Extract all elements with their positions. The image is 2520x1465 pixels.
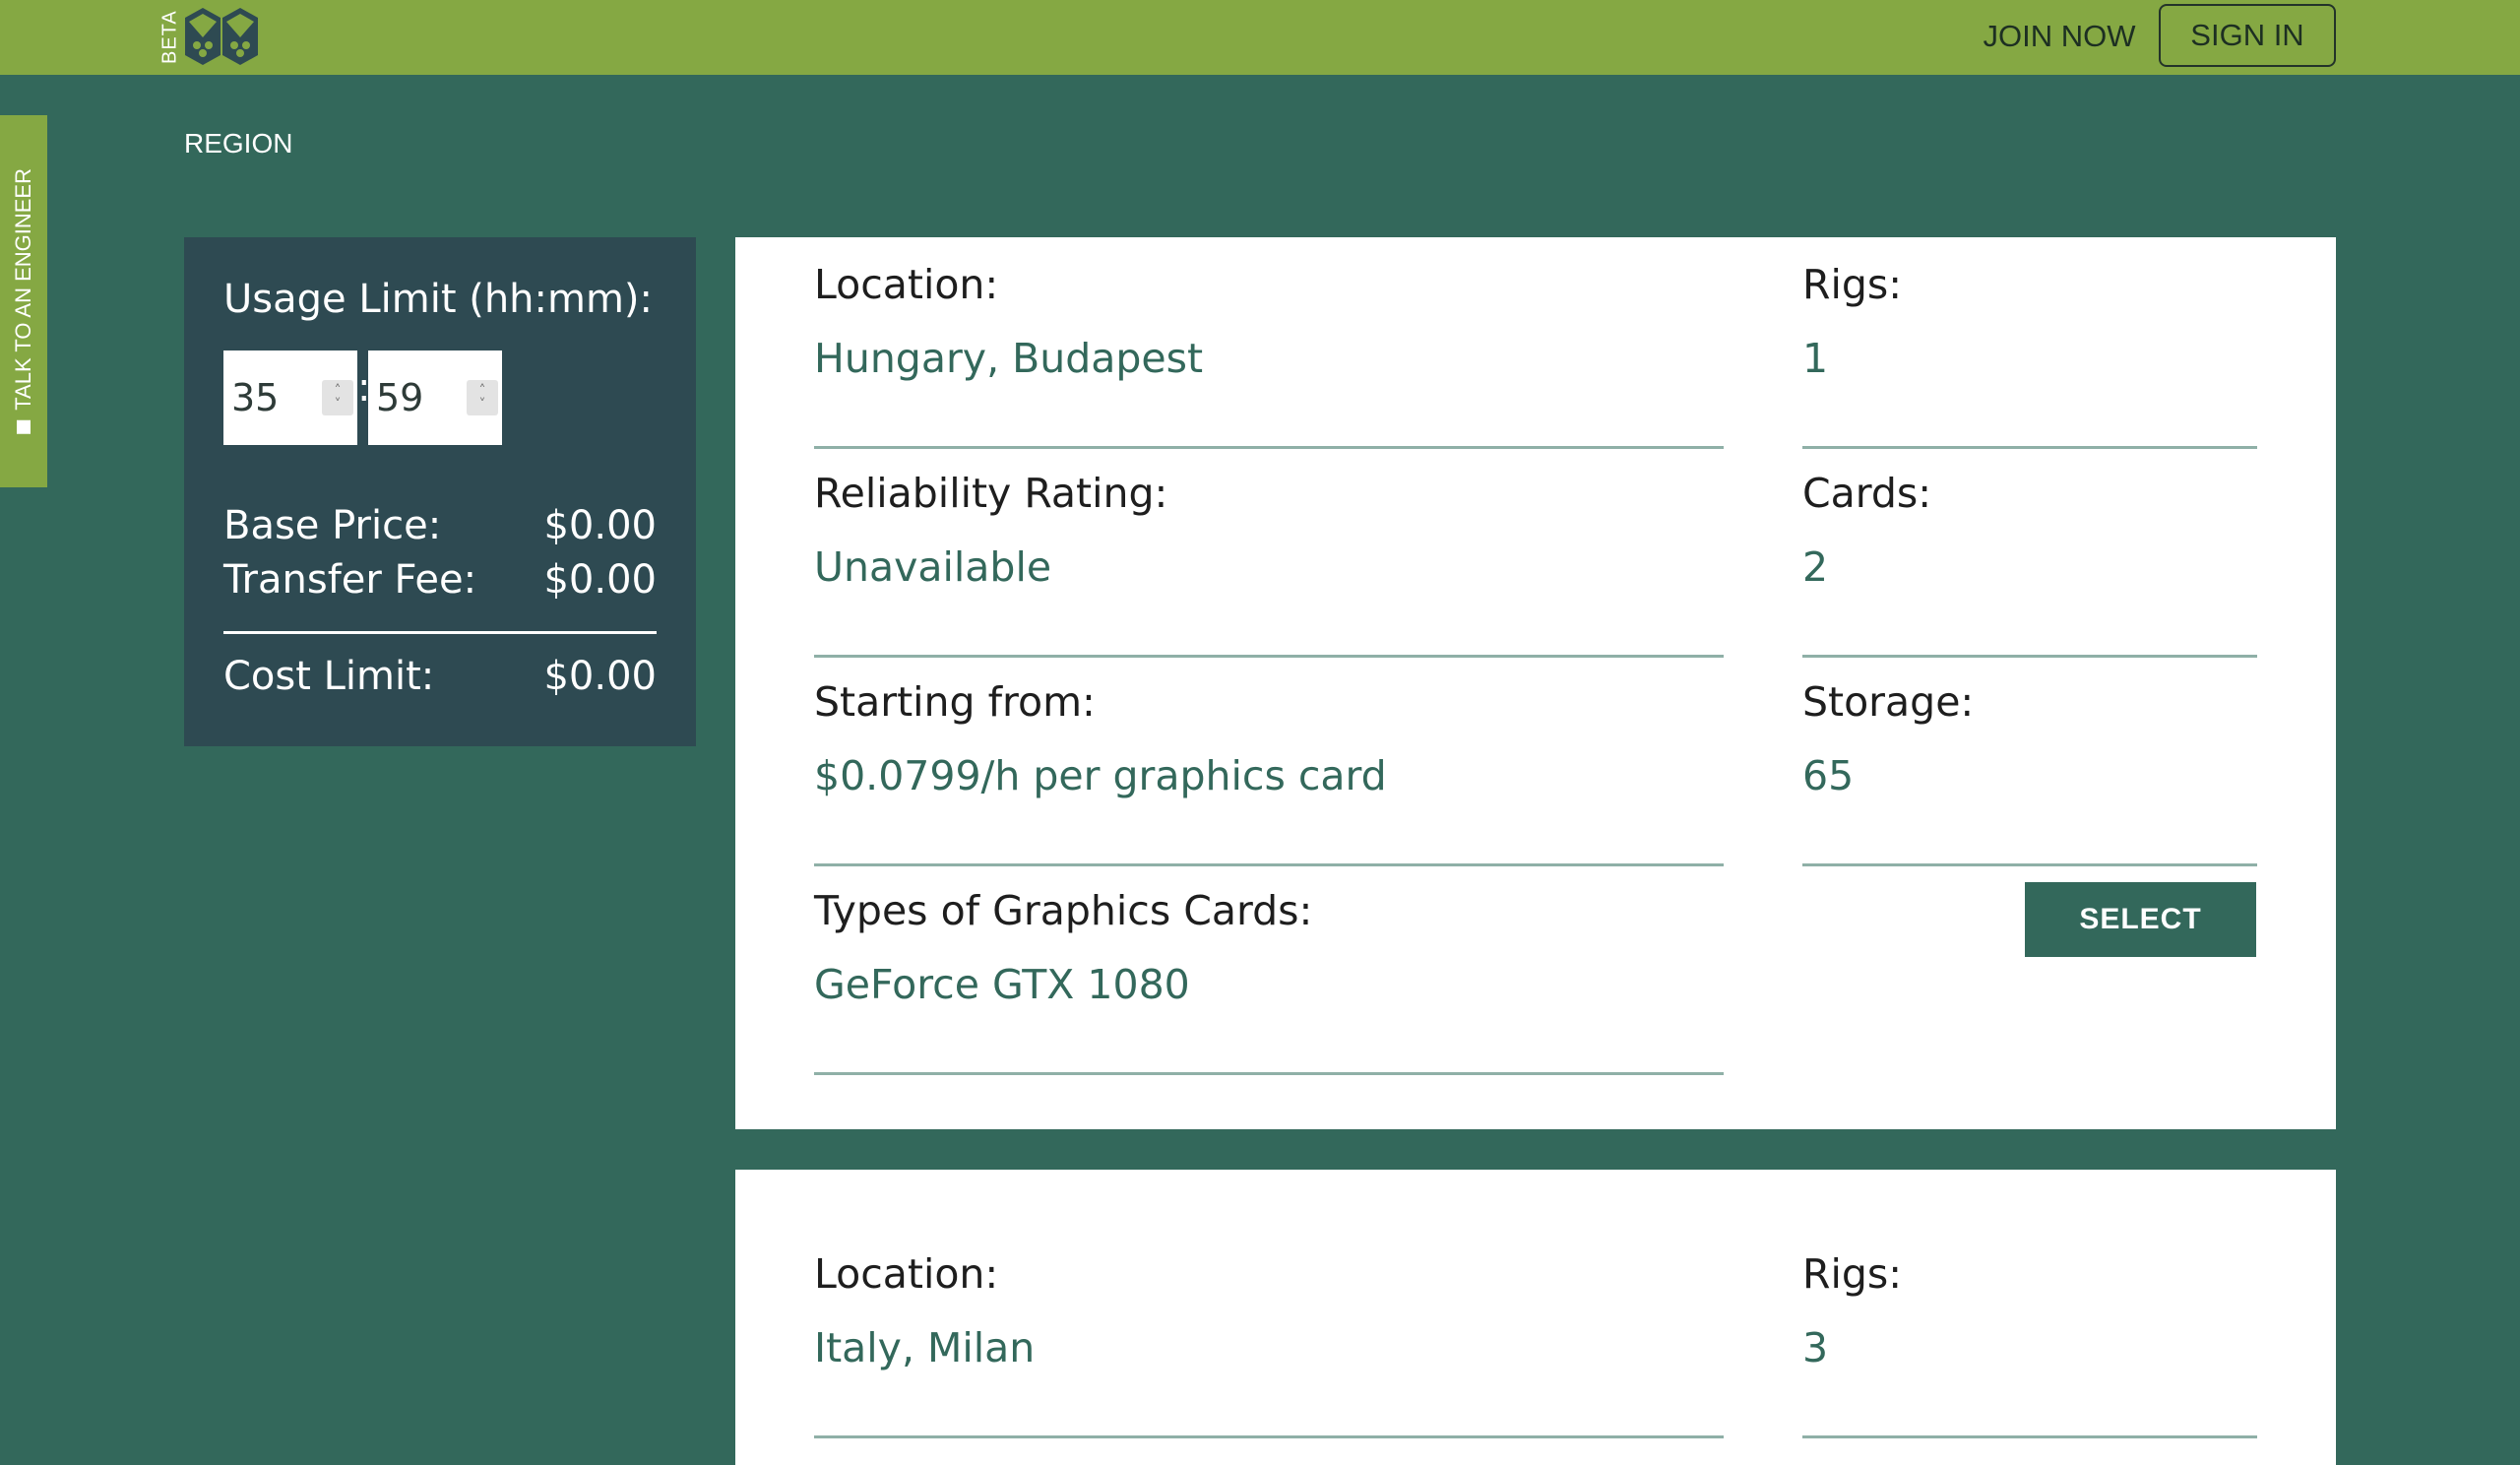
field-divider [814, 863, 1724, 866]
cost-limit-value: $0.00 [543, 654, 657, 699]
logo-icon[interactable] [183, 4, 262, 69]
base-price-row: Base Price: $0.00 [223, 503, 657, 548]
storage-value: 65 [1802, 752, 1855, 799]
reliability-value: Unavailable [814, 543, 1052, 591]
sign-in-button[interactable]: SIGN IN [2159, 4, 2336, 67]
offer-card: Location: Italy, Milan Rigs: 3 [735, 1170, 2336, 1465]
location-value: Italy, Milan [814, 1324, 1036, 1371]
talk-to-engineer-label: TALK TO AN ENGINEER [11, 168, 35, 411]
field-divider [1802, 1435, 2257, 1438]
time-separator: : [357, 365, 371, 411]
field-divider [814, 655, 1724, 658]
hours-stepper[interactable]: 35 ˄ ˅ [223, 350, 357, 445]
cards-label: Cards: [1802, 470, 1932, 517]
hours-value[interactable]: 35 [223, 376, 312, 419]
top-bar: BETA JOIN NOW SIGN IN [0, 0, 2520, 75]
price-divider [223, 631, 657, 634]
talk-to-engineer-tab[interactable]: TALK TO AN ENGINEER [0, 115, 47, 487]
graphics-card-types-value: GeForce GTX 1080 [814, 961, 1190, 1008]
minutes-stepper[interactable]: 59 ˄ ˅ [368, 350, 502, 445]
field-divider [814, 1435, 1724, 1438]
chevron-up-icon[interactable]: ˄ [479, 384, 486, 398]
reliability-label: Reliability Rating: [814, 470, 1168, 517]
rigs-label: Rigs: [1802, 1250, 1903, 1298]
chevron-down-icon[interactable]: ˅ [335, 398, 342, 412]
select-button[interactable]: SELECT [2025, 882, 2256, 957]
starting-price-value: $0.0799/h per graphics card [814, 752, 1387, 799]
minutes-value[interactable]: 59 [368, 376, 457, 419]
region-heading: REGION [184, 128, 293, 159]
field-divider [1802, 863, 2257, 866]
beta-badge: BETA [158, 10, 181, 65]
rigs-value: 1 [1802, 335, 1829, 382]
location-label: Location: [814, 1250, 999, 1298]
cost-limit-row: Cost Limit: $0.00 [223, 654, 657, 699]
offer-card: Location: Hungary, Budapest Rigs: 1 Reli… [735, 237, 2336, 1129]
chevron-up-icon[interactable]: ˄ [335, 384, 342, 398]
field-divider [814, 1072, 1724, 1075]
cards-value: 2 [1802, 543, 1829, 591]
base-price-value: $0.00 [543, 503, 657, 548]
chevron-down-icon[interactable]: ˅ [479, 398, 486, 412]
rigs-value: 3 [1802, 1324, 1829, 1371]
usage-limit-title: Usage Limit (hh:mm): [223, 277, 654, 322]
transfer-fee-value: $0.00 [543, 557, 657, 603]
base-price-label: Base Price: [223, 503, 442, 548]
location-value: Hungary, Budapest [814, 335, 1204, 382]
field-divider [1802, 655, 2257, 658]
location-label: Location: [814, 261, 999, 308]
usage-limit-panel: Usage Limit (hh:mm): 35 ˄ ˅ : 59 ˄ ˅ Bas… [184, 237, 696, 746]
field-divider [814, 446, 1724, 449]
minutes-spin-arrows[interactable]: ˄ ˅ [467, 380, 498, 415]
cost-limit-label: Cost Limit: [223, 654, 435, 699]
field-divider [1802, 446, 2257, 449]
storage-label: Storage: [1802, 678, 1975, 726]
starting-price-label: Starting from: [814, 678, 1096, 726]
join-now-link[interactable]: JOIN NOW [1973, 14, 2146, 59]
rigs-label: Rigs: [1802, 261, 1903, 308]
graphics-card-types-label: Types of Graphics Cards: [814, 887, 1313, 934]
chat-icon [17, 419, 31, 434]
transfer-fee-row: Transfer Fee: $0.00 [223, 557, 657, 603]
transfer-fee-label: Transfer Fee: [223, 557, 477, 603]
hours-spin-arrows[interactable]: ˄ ˅ [322, 380, 353, 415]
